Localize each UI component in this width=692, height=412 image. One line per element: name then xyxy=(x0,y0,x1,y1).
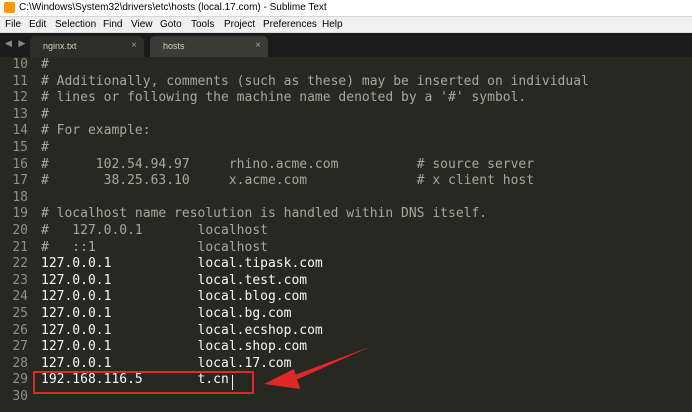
annotation-arrow-icon xyxy=(264,346,372,389)
